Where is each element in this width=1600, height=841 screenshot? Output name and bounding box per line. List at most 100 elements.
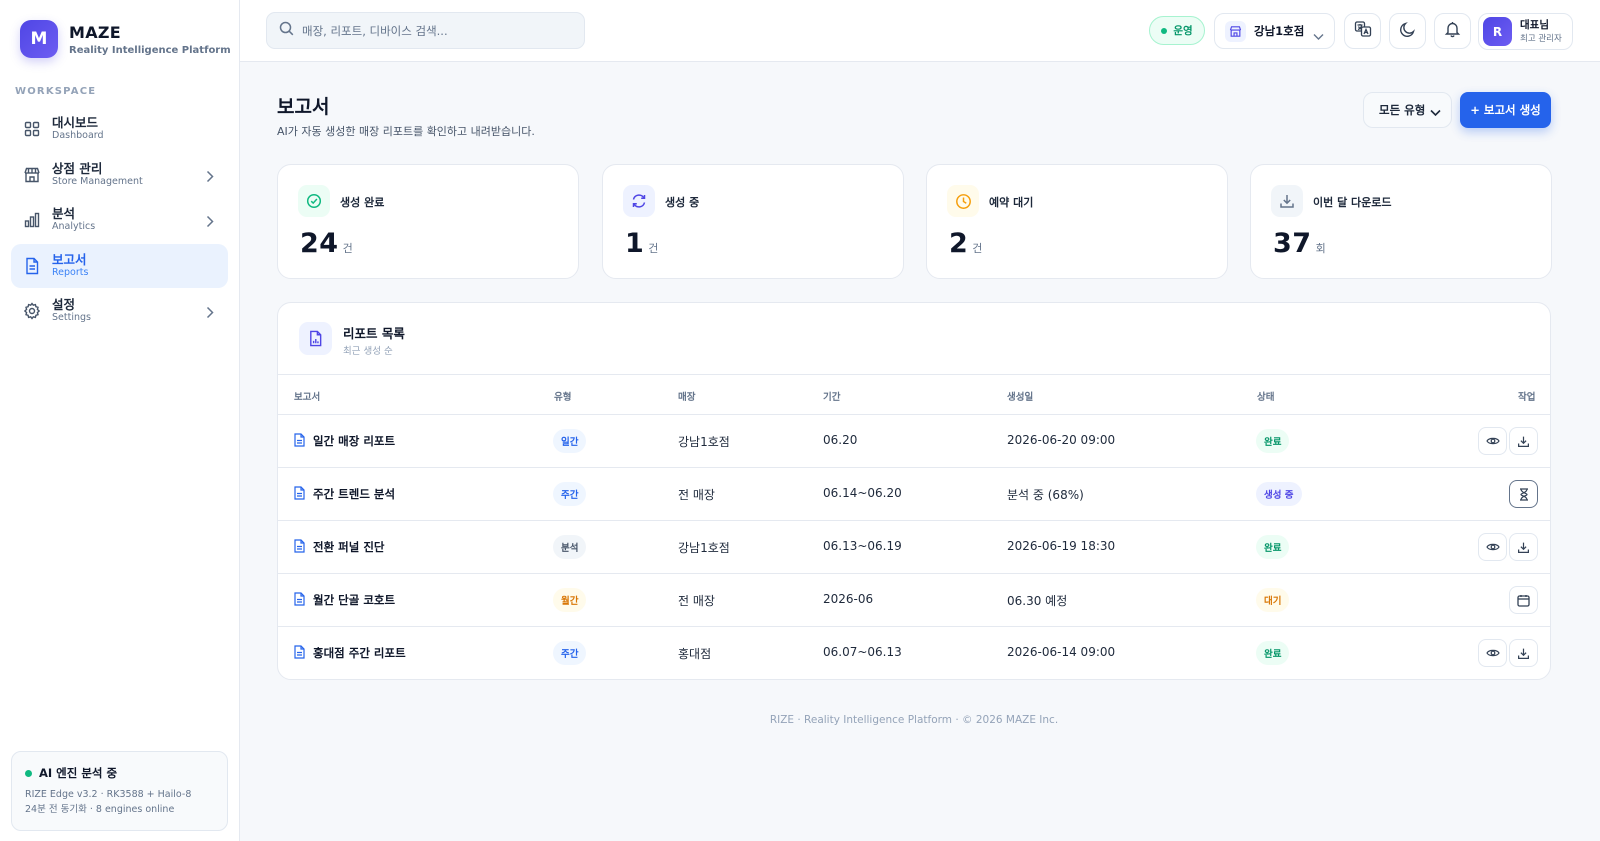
store-cell: 강남1호점 (678, 435, 730, 449)
search-box[interactable] (266, 12, 585, 49)
avatar: R (1483, 17, 1512, 46)
view-button[interactable] (1478, 533, 1507, 561)
search-input[interactable] (302, 23, 562, 38)
column-header-period: 기간 (823, 392, 841, 403)
user-menu[interactable]: R 대표님 최고 관리자 (1478, 13, 1573, 50)
sidebar-item-analytics[interactable]: 분석 Analytics (11, 198, 228, 242)
stat-card-downloads: 이번 달 다운로드 37 회 (1250, 164, 1552, 279)
sidebar-item-subtitle: Reports (52, 266, 89, 278)
table-header: 보고서 유형 매장 기간 생성일 상태 작업 (278, 375, 1550, 415)
column-header-report: 보고서 (294, 392, 321, 403)
report-name[interactable]: 홍대점 주간 리포트 (313, 645, 406, 661)
view-button[interactable] (1478, 427, 1507, 455)
chevron-right-icon (206, 168, 214, 187)
table-row[interactable]: 일간 매장 리포트 일간 강남1호점 06.20 2026-06-20 09:0… (278, 415, 1550, 468)
bell-icon (1444, 20, 1461, 42)
sidebar-item-reports[interactable]: 보고서 Reports (11, 243, 228, 288)
type-badge: 분석 (553, 535, 587, 559)
report-name[interactable]: 전환 퍼널 진단 (313, 539, 385, 555)
download-button[interactable] (1509, 639, 1538, 667)
sidebar-item-dashboard[interactable]: 대시보드 Dashboard (11, 107, 228, 151)
stat-label: 예약 대기 (989, 196, 1034, 209)
created-cell: 2026-06-20 09:00 (1007, 433, 1116, 447)
file-icon (294, 645, 305, 662)
type-filter-value: 모든 유형 (1379, 103, 1426, 117)
status-badge: 생성 중 (1256, 482, 1302, 506)
status-badge: 완료 (1256, 641, 1290, 665)
brand-logo: M (20, 20, 58, 58)
table-row[interactable]: 홍대점 주간 리포트 주간 홍대점 06.07~06.13 2026-06-14… (278, 627, 1550, 679)
table-row[interactable]: 월간 단골 코호트 월간 전 매장 2026-06 06.30 예정 대기 (278, 574, 1550, 627)
document-icon (23, 257, 41, 275)
status-badge: 운영 (1149, 16, 1205, 45)
schedule-button[interactable] (1509, 586, 1538, 614)
type-badge: 일간 (553, 429, 587, 453)
sidebar-item-title: 설정 (52, 297, 76, 312)
download-button[interactable] (1509, 533, 1538, 561)
page-title: 보고서 (277, 96, 330, 118)
sidebar-item-title: 보고서 (52, 251, 87, 267)
sidebar-item-subtitle: Analytics (52, 221, 96, 232)
table-row[interactable]: 주간 트렌드 분석 주간 전 매장 06.14~06.20 분석 중 (68%)… (278, 468, 1550, 521)
period-cell: 2026-06 (823, 592, 874, 606)
sidebar-nav: 대시보드 Dashboard 상점 관리 Store Management 분석… (11, 107, 228, 335)
brand[interactable]: M MAZE Reality Intelligence Platform (20, 20, 231, 58)
translate-button[interactable] (1344, 13, 1381, 49)
type-filter-select[interactable]: 모든 유형 (1363, 92, 1452, 128)
table-row[interactable]: 전환 퍼널 진단 분석 강남1호점 06.13~06.19 2026-06-19… (278, 521, 1550, 574)
notifications-button[interactable] (1434, 13, 1471, 49)
bar-chart-icon (23, 211, 41, 229)
create-report-button[interactable]: + 보고서 생성 (1460, 92, 1551, 128)
sidebar-item-settings[interactable]: 설정 Settings (11, 289, 228, 333)
store-selector[interactable]: 강남1호점 (1214, 13, 1335, 49)
status-dot-icon (25, 769, 32, 777)
stat-value: 2 (949, 228, 969, 259)
store-cell: 전 매장 (678, 594, 715, 608)
column-header-store: 매장 (678, 392, 696, 403)
stat-unit: 회 (1315, 242, 1326, 255)
dark-mode-toggle[interactable] (1389, 13, 1426, 49)
type-badge: 주간 (553, 641, 587, 665)
download-button[interactable] (1509, 427, 1538, 455)
ai-status-line: 24분 전 동기화 · 8 engines online (25, 804, 175, 815)
sidebar-item-subtitle: Store Management (52, 175, 143, 187)
report-list-card: 리포트 목록 최근 생성 순 보고서 유형 매장 기간 생성일 상태 작업 일간… (277, 302, 1551, 680)
period-cell: 06.07~06.13 (823, 645, 902, 659)
chevron-right-icon (206, 304, 214, 323)
grid-icon (23, 120, 41, 138)
clock-icon (947, 185, 979, 217)
chevron-right-icon (206, 213, 214, 232)
type-badge: 월간 (553, 588, 587, 612)
report-name[interactable]: 일간 매장 리포트 (313, 433, 395, 449)
stat-card-scheduled: 예약 대기 2건 (926, 164, 1228, 279)
store-cell: 전 매장 (678, 488, 715, 502)
stat-label: 생성 완료 (340, 196, 385, 209)
stat-value: 37 (1273, 228, 1312, 259)
sidebar: M MAZE Reality Intelligence Platform WOR… (0, 0, 240, 841)
stat-label: 이번 달 다운로드 (1313, 196, 1392, 209)
status-dot-icon (1161, 27, 1168, 34)
stat-value: 24 (300, 228, 339, 259)
report-name[interactable]: 월간 단골 코호트 (313, 592, 395, 608)
sidebar-item-title: 상점 관리 (52, 160, 103, 176)
view-button[interactable] (1478, 639, 1507, 667)
type-badge: 주간 (553, 482, 587, 506)
in-progress-button[interactable] (1509, 480, 1538, 508)
store-icon (23, 166, 41, 184)
store-cell: 강남1호점 (678, 541, 730, 555)
refresh-icon (623, 185, 655, 217)
sidebar-item-store-management[interactable]: 상점 관리 Store Management (11, 153, 228, 197)
report-list-title: 리포트 목록 (343, 326, 405, 341)
report-name[interactable]: 주간 트렌드 분석 (313, 486, 395, 502)
stat-unit: 건 (648, 242, 659, 255)
workspace-label: WORKSPACE (15, 86, 97, 97)
sidebar-item-title: 대시보드 (52, 115, 99, 130)
column-header-status: 상태 (1257, 392, 1275, 403)
created-cell: 2026-06-14 09:00 (1007, 645, 1116, 659)
file-icon (294, 539, 305, 556)
report-chart-icon (299, 322, 332, 355)
chevron-down-icon (1430, 106, 1441, 120)
created-cell: 06.30 예정 (1007, 594, 1068, 608)
report-list-header: 리포트 목록 최근 생성 순 (278, 303, 1550, 375)
brand-tagline: Reality Intelligence Platform (69, 44, 231, 56)
